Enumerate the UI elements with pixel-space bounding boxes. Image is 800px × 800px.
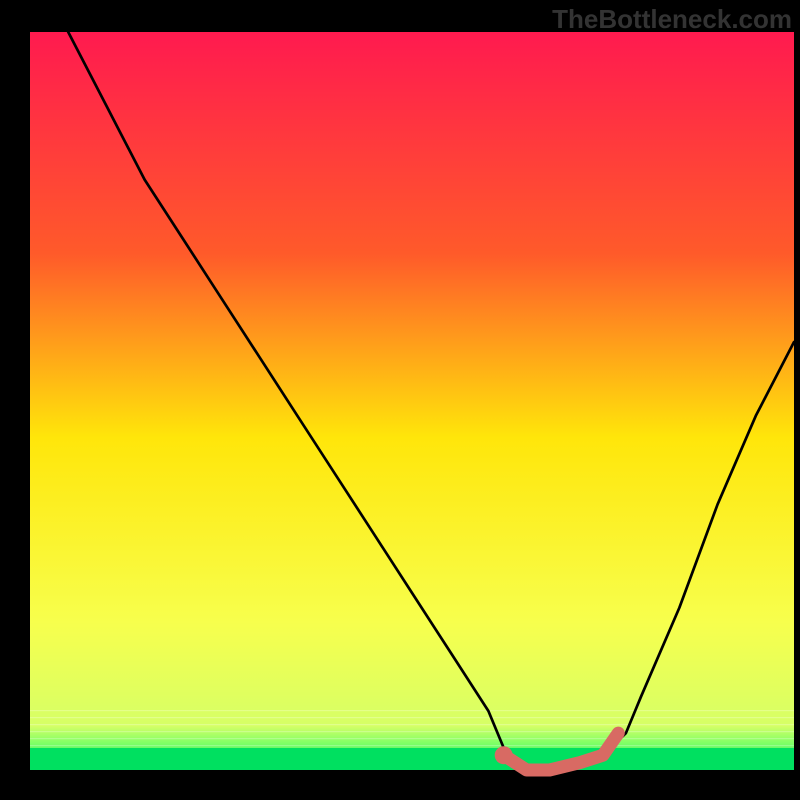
bottleneck-chart [0,0,800,800]
optimal-range-start-dot [495,746,513,764]
chart-frame: TheBottleneck.com [0,0,800,800]
watermark-text: TheBottleneck.com [552,4,792,35]
